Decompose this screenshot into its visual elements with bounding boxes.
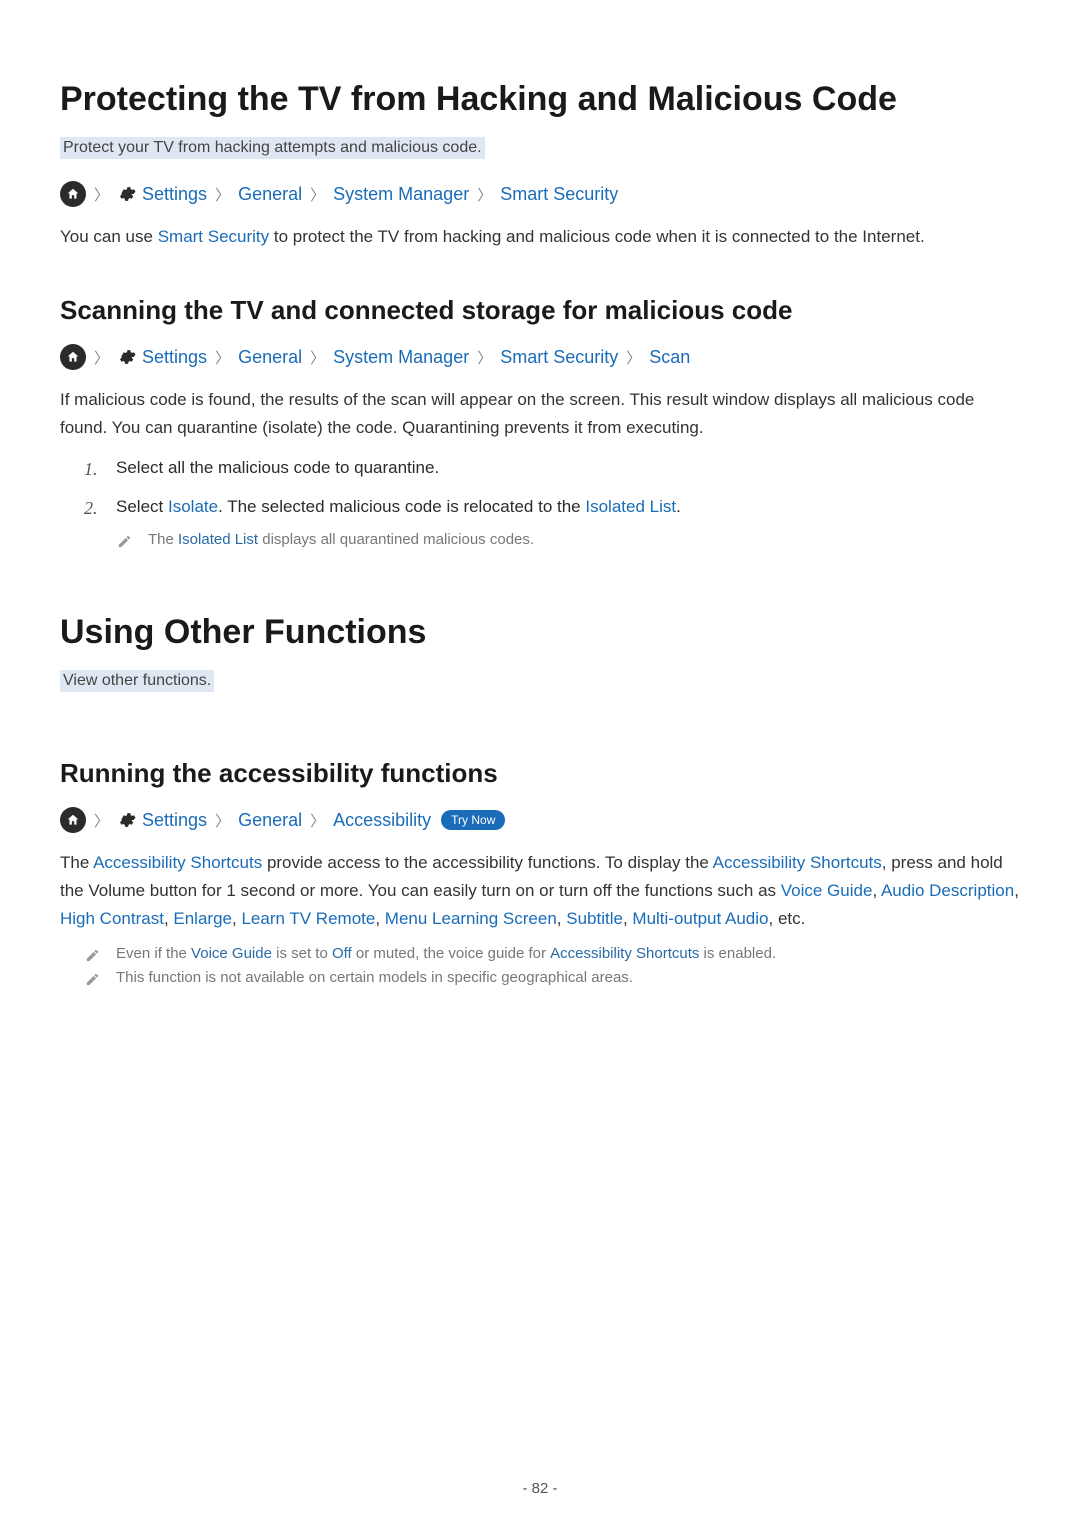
crumb-general: General [238, 347, 302, 368]
multi-output-audio-link: Multi-output Audio [632, 909, 768, 928]
note: Even if the Voice Guide is set to Off or… [60, 945, 1020, 963]
audio-description-link: Audio Description [881, 881, 1014, 900]
gear-icon [117, 810, 137, 830]
section-subtitle: Protect your TV from hacking attempts an… [60, 137, 485, 159]
chevron-icon: 〉 [215, 810, 230, 831]
chevron-icon: 〉 [310, 347, 325, 368]
crumb-general: General [238, 184, 302, 205]
note: This function is not available on certai… [60, 969, 1020, 987]
breadcrumb: 〉 Settings 〉 General 〉 System Manager 〉 … [60, 344, 1020, 370]
menu-learning-link: Menu Learning Screen [385, 909, 557, 928]
chevron-icon: 〉 [94, 810, 109, 831]
chevron-icon: 〉 [477, 347, 492, 368]
home-icon [60, 344, 86, 370]
chevron-icon: 〉 [310, 810, 325, 831]
gear-icon [117, 347, 137, 367]
chevron-icon: 〉 [310, 184, 325, 205]
accessibility-shortcuts-link: Accessibility Shortcuts [93, 853, 262, 872]
crumb-settings: Settings [142, 184, 207, 205]
crumb-smart-security: Smart Security [500, 184, 618, 205]
chevron-icon: 〉 [215, 184, 230, 205]
crumb-system-manager: System Manager [333, 184, 469, 205]
voice-guide-link: Voice Guide [781, 881, 873, 900]
crumb-smart-security: Smart Security [500, 347, 618, 368]
accessibility-shortcuts-note-link: Accessibility Shortcuts [550, 945, 699, 962]
chevron-icon: 〉 [94, 347, 109, 368]
steps-list: 1. Select all the malicious code to quar… [60, 454, 1020, 523]
pen-icon [84, 971, 100, 987]
breadcrumb: 〉 Settings 〉 General 〉 System Manager 〉 … [60, 181, 1020, 207]
chevron-icon: 〉 [94, 184, 109, 205]
home-icon [60, 181, 86, 207]
section-subtitle: View other functions. [60, 670, 214, 692]
high-contrast-link: High Contrast [60, 909, 164, 928]
breadcrumb: 〉 Settings 〉 General 〉 Accessibility Try… [60, 807, 1020, 833]
section-title: Protecting the TV from Hacking and Malic… [60, 80, 1020, 119]
try-now-badge[interactable]: Try Now [441, 810, 505, 830]
step-number: 2. [84, 493, 102, 524]
pen-icon [84, 947, 100, 963]
gear-icon [117, 184, 137, 204]
chevron-icon: 〉 [477, 184, 492, 205]
isolated-list-note-link: Isolated List [178, 531, 258, 548]
smart-security-link: Smart Security [158, 227, 269, 246]
crumb-accessibility: Accessibility [333, 810, 431, 831]
accessibility-paragraph: The Accessibility Shortcuts provide acce… [60, 849, 1020, 933]
subsection-heading: Scanning the TV and connected storage fo… [60, 295, 1020, 326]
pen-icon [116, 533, 132, 549]
crumb-settings: Settings [142, 810, 207, 831]
crumb-system-manager: System Manager [333, 347, 469, 368]
section-title: Using Other Functions [60, 613, 1020, 652]
step-number: 1. [84, 454, 102, 485]
subtitle-link: Subtitle [566, 909, 623, 928]
note: The Isolated List displays all quarantin… [60, 531, 1020, 549]
learn-tv-remote-link: Learn TV Remote [241, 909, 375, 928]
voice-guide-note-link: Voice Guide [191, 945, 272, 962]
crumb-scan: Scan [649, 347, 690, 368]
isolated-list-link: Isolated List [585, 497, 676, 516]
enlarge-link: Enlarge [173, 909, 232, 928]
accessibility-shortcuts-link: Accessibility Shortcuts [713, 853, 882, 872]
off-note-link: Off [332, 945, 352, 962]
isolate-link: Isolate [168, 497, 218, 516]
step-1: 1. Select all the malicious code to quar… [84, 454, 1020, 485]
crumb-settings: Settings [142, 347, 207, 368]
scan-paragraph: If malicious code is found, the results … [60, 386, 1020, 442]
step-2: 2. Select Isolate. The selected maliciou… [84, 493, 1020, 524]
intro-paragraph: You can use Smart Security to protect th… [60, 223, 1020, 251]
home-icon [60, 807, 86, 833]
crumb-general: General [238, 810, 302, 831]
chevron-icon: 〉 [215, 347, 230, 368]
chevron-icon: 〉 [626, 347, 641, 368]
subsection-heading: Running the accessibility functions [60, 758, 1020, 789]
page-number: - 82 - [0, 1480, 1080, 1497]
